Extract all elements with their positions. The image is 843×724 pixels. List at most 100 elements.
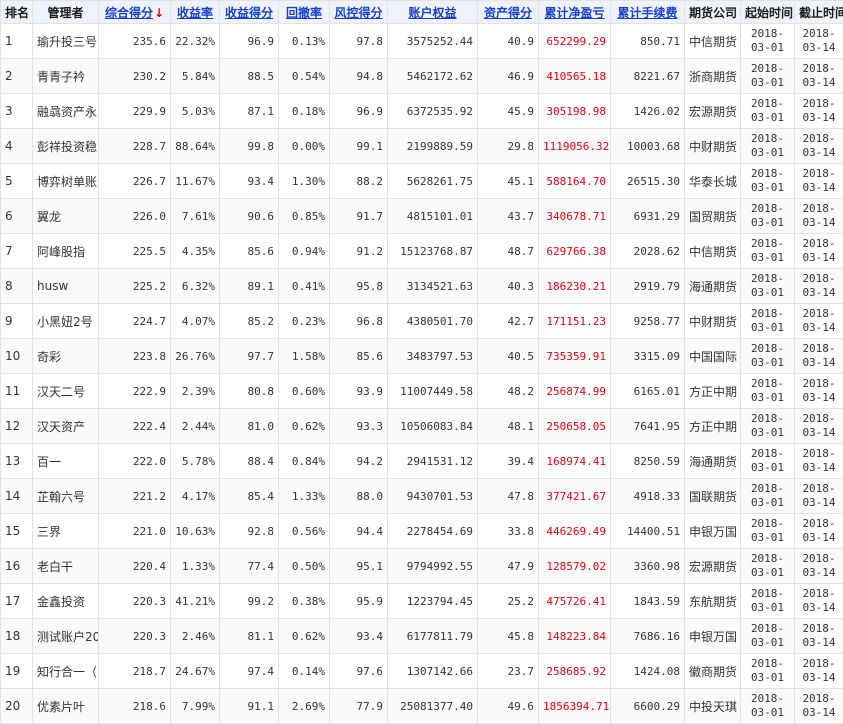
- cell-return-rate: 41.21%: [171, 584, 220, 619]
- cell-drawdown: 0.18%: [279, 94, 330, 129]
- cell-manager: 百一: [33, 444, 99, 479]
- header-net-pnl[interactable]: 累计净盈亏: [539, 1, 611, 24]
- cell-asset-score: 48.1: [478, 409, 539, 444]
- cell-return-score: 99.8: [220, 129, 279, 164]
- cell-end-time: 2018-03-14: [795, 654, 843, 689]
- table-row: 7阿峰股指225.54.35%85.60.94%91.215123768.874…: [1, 234, 843, 269]
- cell-drawdown: 0.13%: [279, 24, 330, 59]
- cell-end-time: 2018-03-14: [795, 689, 843, 724]
- header-return-score[interactable]: 收益得分: [220, 1, 279, 24]
- cell-manager: 优素片叶: [33, 689, 99, 724]
- cell-end-time: 2018-03-14: [795, 549, 843, 584]
- cell-manager: 奇彩: [33, 339, 99, 374]
- cell-fee: 7686.16: [611, 619, 685, 654]
- cell-start-time: 2018-03-01: [741, 234, 795, 269]
- header-risk-score-link[interactable]: 风控得分: [334, 6, 382, 20]
- header-row: 排名管理者综合得分↓收益率收益得分回撤率风控得分账户权益资产得分累计净盈亏累计手…: [1, 1, 843, 24]
- header-drawdown[interactable]: 回撤率: [279, 1, 330, 24]
- cell-return-rate: 4.17%: [171, 479, 220, 514]
- cell-rank: 14: [1, 479, 33, 514]
- header-equity-link[interactable]: 账户权益: [408, 6, 456, 20]
- header-return-rate[interactable]: 收益率: [171, 1, 220, 24]
- header-total-score-link[interactable]: 综合得分: [105, 6, 153, 20]
- cell-company: 方正中期: [685, 409, 741, 444]
- cell-equity: 25081377.40: [388, 689, 478, 724]
- cell-asset-score: 48.2: [478, 374, 539, 409]
- cell-company: 中信期货: [685, 234, 741, 269]
- cell-company: 海通期货: [685, 269, 741, 304]
- cell-asset-score: 29.8: [478, 129, 539, 164]
- cell-return-rate: 4.35%: [171, 234, 220, 269]
- header-risk-score[interactable]: 风控得分: [330, 1, 388, 24]
- cell-return-score: 88.4: [220, 444, 279, 479]
- cell-net-pnl: 735359.91: [539, 339, 611, 374]
- cell-net-pnl: 377421.67: [539, 479, 611, 514]
- table-row: 8husw225.26.32%89.10.41%95.83134521.6340…: [1, 269, 843, 304]
- cell-return-score: 77.4: [220, 549, 279, 584]
- header-asset-score-link[interactable]: 资产得分: [484, 6, 532, 20]
- cell-rank: 8: [1, 269, 33, 304]
- cell-fee: 8250.59: [611, 444, 685, 479]
- cell-asset-score: 45.8: [478, 619, 539, 654]
- cell-total-score: 224.7: [99, 304, 171, 339]
- cell-manager: 老白干: [33, 549, 99, 584]
- cell-return-rate: 5.03%: [171, 94, 220, 129]
- cell-company: 中信期货: [685, 24, 741, 59]
- cell-risk-score: 99.1: [330, 129, 388, 164]
- cell-end-time: 2018-03-14: [795, 304, 843, 339]
- cell-asset-score: 45.1: [478, 164, 539, 199]
- cell-company: 宏源期货: [685, 549, 741, 584]
- cell-end-time: 2018-03-14: [795, 444, 843, 479]
- cell-risk-score: 97.8: [330, 24, 388, 59]
- cell-risk-score: 94.8: [330, 59, 388, 94]
- cell-fee: 1426.02: [611, 94, 685, 129]
- header-total-score[interactable]: 综合得分↓: [99, 1, 171, 24]
- header-return-rate-link[interactable]: 收益率: [177, 6, 213, 20]
- cell-drawdown: 1.33%: [279, 479, 330, 514]
- cell-rank: 12: [1, 409, 33, 444]
- cell-net-pnl: 475726.41: [539, 584, 611, 619]
- cell-asset-score: 33.8: [478, 514, 539, 549]
- header-fee[interactable]: 累计手续费: [611, 1, 685, 24]
- cell-company: 中财期货: [685, 129, 741, 164]
- cell-end-time: 2018-03-14: [795, 409, 843, 444]
- header-fee-link[interactable]: 累计手续费: [617, 6, 677, 20]
- header-start-time: 起始时间: [741, 1, 795, 24]
- cell-return-score: 85.4: [220, 479, 279, 514]
- cell-net-pnl: 256874.99: [539, 374, 611, 409]
- cell-total-score: 228.7: [99, 129, 171, 164]
- table-row: 17金鑫投资220.341.21%99.20.38%95.91223794.45…: [1, 584, 843, 619]
- cell-start-time: 2018-03-01: [741, 619, 795, 654]
- header-net-pnl-link[interactable]: 累计净盈亏: [544, 6, 604, 20]
- header-return-score-link[interactable]: 收益得分: [225, 6, 273, 20]
- cell-manager: 博弈树单账: [33, 164, 99, 199]
- cell-return-rate: 22.32%: [171, 24, 220, 59]
- cell-net-pnl: 171151.23: [539, 304, 611, 339]
- sort-desc-arrow-icon[interactable]: ↓: [154, 6, 164, 20]
- header-drawdown-link[interactable]: 回撤率: [286, 6, 322, 20]
- cell-rank: 4: [1, 129, 33, 164]
- cell-risk-score: 88.0: [330, 479, 388, 514]
- header-asset-score[interactable]: 资产得分: [478, 1, 539, 24]
- cell-fee: 26515.30: [611, 164, 685, 199]
- cell-return-score: 81.1: [220, 619, 279, 654]
- cell-net-pnl: 258685.92: [539, 654, 611, 689]
- cell-fee: 2919.79: [611, 269, 685, 304]
- cell-manager: 知行合一（: [33, 654, 99, 689]
- cell-company: 国贸期货: [685, 199, 741, 234]
- cell-rank: 20: [1, 689, 33, 724]
- table-row: 6翼龙226.07.61%90.60.85%91.74815101.0143.7…: [1, 199, 843, 234]
- table-row: 19知行合一（218.724.67%97.40.14%97.61307142.6…: [1, 654, 843, 689]
- cell-return-rate: 11.67%: [171, 164, 220, 199]
- cell-return-rate: 2.46%: [171, 619, 220, 654]
- cell-start-time: 2018-03-01: [741, 304, 795, 339]
- cell-return-score: 85.2: [220, 304, 279, 339]
- cell-drawdown: 0.56%: [279, 514, 330, 549]
- cell-drawdown: 0.62%: [279, 409, 330, 444]
- cell-drawdown: 0.60%: [279, 374, 330, 409]
- header-equity[interactable]: 账户权益: [388, 1, 478, 24]
- cell-end-time: 2018-03-14: [795, 269, 843, 304]
- cell-equity: 4815101.01: [388, 199, 478, 234]
- cell-end-time: 2018-03-14: [795, 199, 843, 234]
- cell-drawdown: 1.58%: [279, 339, 330, 374]
